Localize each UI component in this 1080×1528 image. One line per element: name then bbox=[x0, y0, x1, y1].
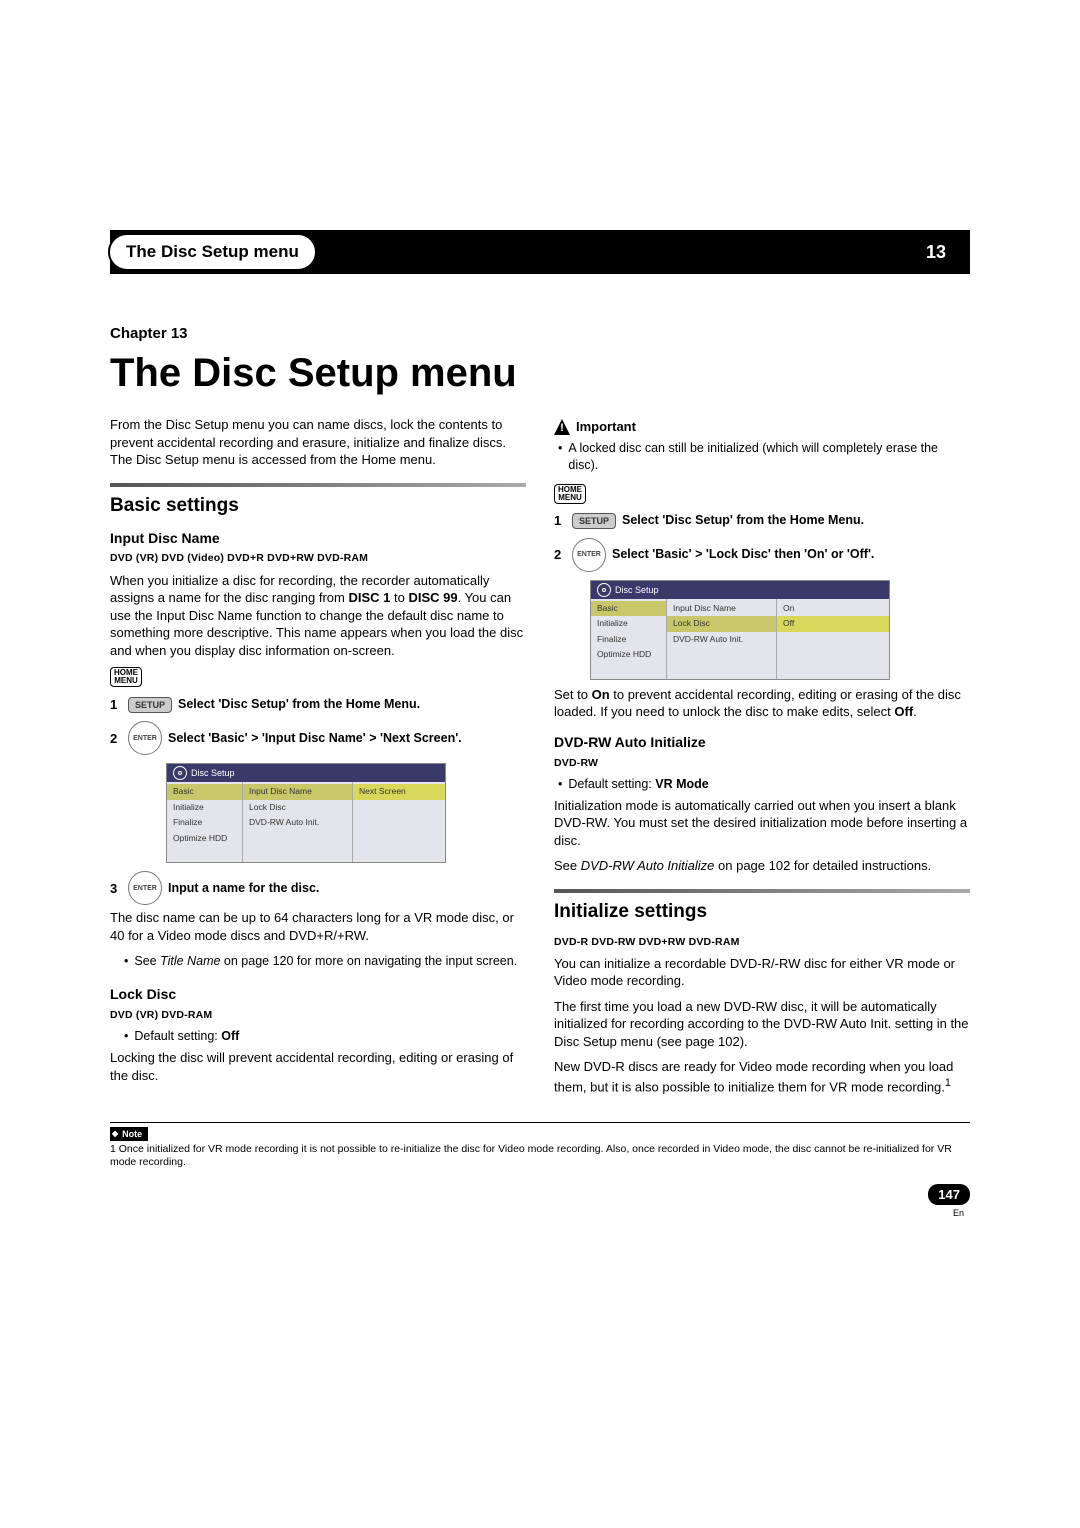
note-label: Note bbox=[110, 1127, 148, 1141]
auto-init-heading: DVD-RW Auto Initialize bbox=[554, 733, 970, 752]
caution-icon: ! bbox=[554, 419, 570, 435]
disc-icon bbox=[597, 583, 611, 597]
option-next-screen: Next Screen bbox=[353, 784, 445, 799]
menu-item-initialize: Initialize bbox=[167, 800, 242, 815]
format-badges-autoinit: DVD-RW bbox=[554, 756, 970, 770]
setup-button-icon: SETUP bbox=[128, 697, 172, 713]
header-tab: The Disc Setup menu bbox=[108, 233, 317, 272]
format-badges: DVD (VR) DVD (Video) DVD+R DVD+RW DVD-RA… bbox=[110, 551, 526, 565]
lock-on-off-paragraph: Set to On to prevent accidental recordin… bbox=[554, 686, 970, 721]
auto-init-p1: Initialization mode is automatically car… bbox=[554, 797, 970, 850]
right-column: ! Important A locked disc can still be i… bbox=[554, 416, 970, 1104]
note-divider bbox=[110, 1122, 970, 1123]
enter-button-icon: ENTER bbox=[128, 871, 162, 905]
section-divider bbox=[554, 889, 970, 893]
chapter-header: The Disc Setup menu 13 bbox=[110, 230, 970, 274]
menu-item-optimize: Optimize HDD bbox=[591, 647, 666, 662]
basic-settings-heading: Basic settings bbox=[110, 493, 526, 519]
disc-icon bbox=[173, 766, 187, 780]
right-step-1: 1 SETUP Select 'Disc Setup' from the Hom… bbox=[554, 512, 970, 530]
page-number: 147 bbox=[928, 1184, 970, 1206]
important-heading: ! Important bbox=[554, 418, 970, 436]
chapter-label: Chapter 13 bbox=[110, 324, 970, 344]
step-2: 2 ENTER Select 'Basic' > 'Input Disc Nam… bbox=[110, 721, 526, 755]
right-step-2: 2 ENTER Select 'Basic' > 'Lock Disc' the… bbox=[554, 538, 970, 572]
menu-item-initialize: Initialize bbox=[591, 616, 666, 631]
menu-item-basic: Basic bbox=[167, 784, 242, 799]
chapter-number-badge: 13 bbox=[914, 237, 958, 267]
setup-button-icon: SETUP bbox=[572, 513, 616, 529]
submenu-input-disc-name: Input Disc Name bbox=[667, 601, 776, 616]
home-menu-icon: HOME MENU bbox=[554, 484, 586, 504]
lock-disc-heading: Lock Disc bbox=[110, 985, 526, 1004]
submenu-auto-init: DVD-RW Auto Init. bbox=[243, 815, 352, 830]
auto-init-p2: See DVD-RW Auto Initialize on page 102 f… bbox=[554, 857, 970, 875]
submenu-input-disc-name: Input Disc Name bbox=[243, 784, 352, 799]
enter-button-icon: ENTER bbox=[128, 721, 162, 755]
section-divider bbox=[110, 483, 526, 487]
initialize-settings-heading: Initialize settings bbox=[554, 899, 970, 925]
disc-setup-screenshot-1: Disc Setup Basic Initialize Finalize Opt… bbox=[166, 763, 446, 863]
title-name-bullet: See Title Name on page 120 for more on n… bbox=[124, 953, 526, 970]
step-3: 3 ENTER Input a name for the disc. bbox=[110, 871, 526, 905]
disc-name-length-note: The disc name can be up to 64 characters… bbox=[110, 909, 526, 944]
step-1: 1 SETUP Select 'Disc Setup' from the Hom… bbox=[110, 696, 526, 714]
format-badges-lock: DVD (VR) DVD-RAM bbox=[110, 1008, 526, 1022]
footnote-text: 1 Once initialized for VR mode recording… bbox=[110, 1143, 970, 1169]
menu-item-basic: Basic bbox=[591, 601, 666, 616]
submenu-lock-disc: Lock Disc bbox=[243, 800, 352, 815]
menu-item-finalize: Finalize bbox=[167, 815, 242, 830]
intro-paragraph: From the Disc Setup menu you can name di… bbox=[110, 416, 526, 469]
menu-item-finalize: Finalize bbox=[591, 632, 666, 647]
initialize-p2: The first time you load a new DVD-RW dis… bbox=[554, 998, 970, 1051]
lock-default-bullet: Default setting: Off bbox=[124, 1028, 526, 1045]
format-badges-initialize: DVD-R DVD-RW DVD+RW DVD-RAM bbox=[554, 935, 970, 949]
enter-button-icon: ENTER bbox=[572, 538, 606, 572]
menu-item-optimize: Optimize HDD bbox=[167, 831, 242, 846]
submenu-lock-disc: Lock Disc bbox=[667, 616, 776, 631]
option-on: On bbox=[777, 601, 889, 616]
initialize-p3: New DVD-R discs are ready for Video mode… bbox=[554, 1058, 970, 1095]
auto-init-default-bullet: Default setting: VR Mode bbox=[558, 776, 970, 793]
page-language: En bbox=[953, 1207, 964, 1219]
left-column: From the Disc Setup menu you can name di… bbox=[110, 416, 526, 1104]
lock-disc-paragraph: Locking the disc will prevent accidental… bbox=[110, 1049, 526, 1084]
page-title: The Disc Setup menu bbox=[110, 346, 970, 400]
submenu-auto-init: DVD-RW Auto Init. bbox=[667, 632, 776, 647]
option-off: Off bbox=[777, 616, 889, 631]
home-menu-icon: HOME MENU bbox=[110, 667, 142, 687]
input-disc-name-paragraph: When you initialize a disc for recording… bbox=[110, 572, 526, 660]
disc-setup-screenshot-2: Disc Setup Basic Initialize Finalize Opt… bbox=[590, 580, 890, 680]
initialize-p1: You can initialize a recordable DVD-R/-R… bbox=[554, 955, 970, 990]
important-bullet: A locked disc can still be initialized (… bbox=[558, 440, 970, 474]
input-disc-name-heading: Input Disc Name bbox=[110, 529, 526, 548]
